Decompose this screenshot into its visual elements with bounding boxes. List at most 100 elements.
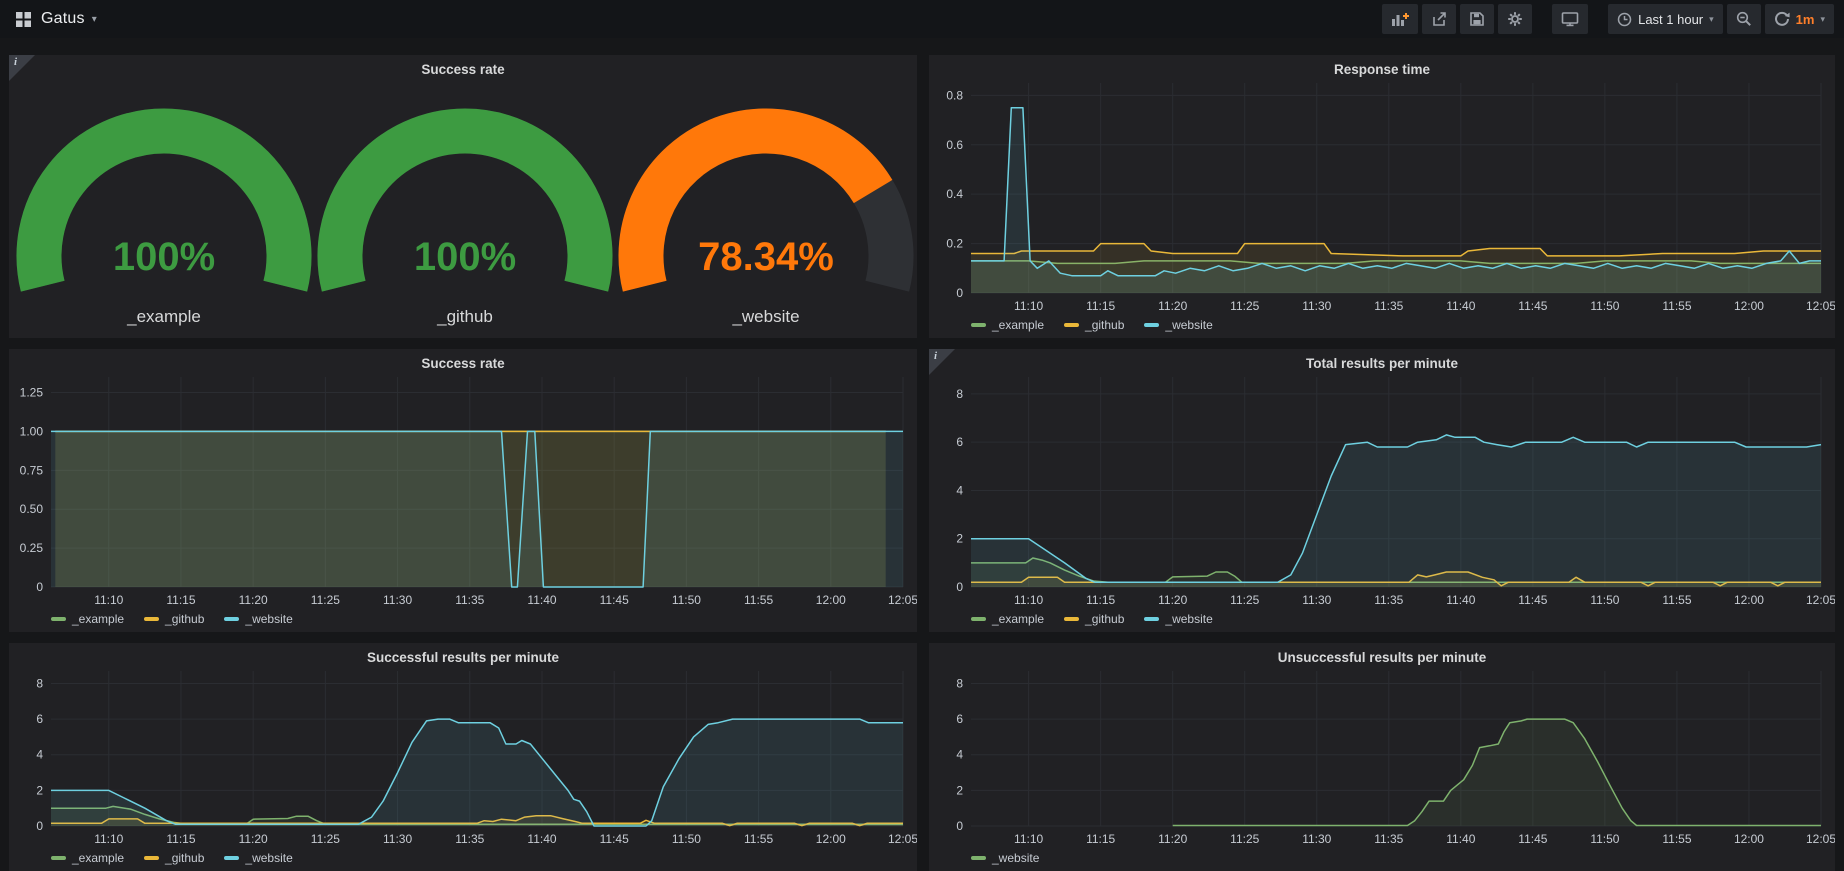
legend-item-_github[interactable]: _github	[144, 851, 204, 865]
legend-item-_website[interactable]: _website	[1144, 612, 1212, 626]
legend-label: _website	[992, 851, 1039, 865]
add-panel-button[interactable]	[1382, 4, 1418, 34]
panel-title[interactable]: Success rate	[9, 62, 917, 77]
x-tick-label: 11:30	[1302, 299, 1331, 313]
legend-item-_website[interactable]: _website	[224, 851, 292, 865]
legend-item-_example[interactable]: _example	[971, 318, 1044, 332]
legend-item-_example[interactable]: _example	[51, 612, 124, 626]
y-tick-label: 8	[36, 676, 43, 690]
x-tick-label: 12:00	[816, 832, 846, 846]
legend-item-_website[interactable]: _website	[1144, 318, 1212, 332]
x-tick-label: 11:45	[600, 593, 629, 607]
gauge-label-_website: _website	[731, 307, 799, 326]
x-tick-label: 11:15	[1086, 832, 1115, 846]
share-icon	[1431, 11, 1447, 27]
successful-results-per-minute-plot[interactable]: 0246811:1011:1511:2011:2511:3011:3511:40…	[9, 643, 917, 871]
y-tick-label: 2	[956, 532, 963, 546]
x-tick-label: 12:00	[816, 593, 846, 607]
x-tick-label: 11:10	[1014, 832, 1043, 846]
save-icon	[1469, 11, 1485, 27]
y-tick-label: 4	[956, 483, 963, 497]
legend-color-swatch	[971, 856, 986, 860]
response-time-plot[interactable]: 00.20.40.60.811:1011:1511:2011:2511:3011…	[929, 55, 1835, 338]
dashboard-title[interactable]: Gatus	[41, 10, 85, 28]
x-tick-label: 11:35	[1374, 832, 1403, 846]
x-tick-label: 11:10	[1014, 299, 1043, 313]
legend-label: _github	[165, 851, 204, 865]
x-tick-label: 12:05	[1806, 832, 1835, 846]
panel-success-rate-gauges: Success rate 100%_example100%_github78.3…	[9, 55, 917, 338]
x-tick-label: 11:15	[1086, 299, 1115, 313]
panel-success-rate-graph: Success rate 00.250.500.751.001.2511:101…	[9, 349, 917, 632]
y-tick-label: 8	[956, 676, 963, 690]
x-tick-label: 11:10	[94, 593, 123, 607]
info-corner-icon[interactable]: i	[929, 349, 955, 375]
share-button[interactable]	[1422, 4, 1456, 34]
panel-successful-results: Successful results per minute 0246811:10…	[9, 643, 917, 871]
x-tick-label: 11:55	[1662, 832, 1691, 846]
save-button[interactable]	[1460, 4, 1494, 34]
legend-item-_example[interactable]: _example	[971, 612, 1044, 626]
navbar-actions: Last 1 hour ▾ 1m ▾	[1378, 4, 1834, 34]
y-tick-label: 0.2	[946, 237, 963, 251]
dashboard-grid-icon[interactable]	[16, 12, 31, 27]
legend: _example _github _website	[971, 612, 1213, 626]
chevron-down-icon[interactable]: ▾	[92, 14, 97, 25]
legend-label: _github	[1085, 612, 1124, 626]
y-tick-label: 0	[36, 580, 43, 594]
y-tick-label: 8	[956, 387, 963, 401]
response-time-chart-area: 00.20.40.60.811:1011:1511:2011:2511:3011…	[929, 55, 1835, 338]
panel-title[interactable]: Success rate	[9, 356, 917, 371]
total-results-per-minute-plot[interactable]: 0246811:1011:1511:2011:2511:3011:3511:40…	[929, 349, 1835, 632]
legend-item-_website[interactable]: _website	[971, 851, 1039, 865]
x-tick-label: 12:00	[1734, 299, 1764, 313]
x-tick-label: 11:55	[744, 593, 773, 607]
panel-response-time: Response time 00.20.40.60.811:1011:1511:…	[929, 55, 1835, 338]
x-tick-label: 11:45	[1518, 832, 1547, 846]
gauge-value-_github: 100%	[414, 235, 516, 279]
x-tick-label: 11:50	[672, 593, 701, 607]
info-corner-icon[interactable]: i	[9, 55, 35, 81]
settings-button[interactable]	[1498, 4, 1532, 34]
legend-item-_website[interactable]: _website	[224, 612, 292, 626]
series-fill-_website	[1173, 719, 1821, 826]
legend: _example _github _website	[51, 851, 293, 865]
legend-color-swatch	[971, 617, 986, 621]
y-tick-label: 0	[956, 286, 963, 300]
legend-color-swatch	[1144, 617, 1159, 621]
panel-title[interactable]: Response time	[929, 62, 1835, 77]
unsuccessful-results-chart-area: 0246811:1011:1511:2011:2511:3011:3511:40…	[929, 643, 1835, 871]
legend-color-swatch	[144, 617, 159, 621]
time-range-picker[interactable]: Last 1 hour ▾	[1608, 4, 1723, 34]
x-tick-label: 11:30	[383, 832, 412, 846]
panel-title[interactable]: Total results per minute	[929, 356, 1835, 371]
success-rate-graph-plot[interactable]: 00.250.500.751.001.2511:1011:1511:2011:2…	[9, 349, 917, 632]
series-fill-_website	[51, 431, 903, 587]
legend-item-_github[interactable]: _github	[1064, 612, 1124, 626]
refresh-button[interactable]: 1m ▾	[1765, 4, 1834, 34]
y-tick-label: 1.00	[20, 424, 44, 438]
legend-color-swatch	[144, 856, 159, 860]
legend-label: _website	[1165, 318, 1212, 332]
y-tick-label: 0	[36, 819, 43, 833]
cycle-view-button[interactable]	[1552, 4, 1588, 34]
time-range-label: Last 1 hour	[1638, 12, 1703, 27]
x-tick-label: 11:35	[455, 832, 484, 846]
zoom-out-button[interactable]	[1727, 4, 1761, 34]
panel-title[interactable]: Unsuccessful results per minute	[929, 650, 1835, 665]
x-tick-label: 11:50	[1590, 832, 1619, 846]
legend-item-_example[interactable]: _example	[51, 851, 124, 865]
x-tick-label: 11:20	[239, 593, 268, 607]
x-tick-label: 11:50	[1590, 299, 1619, 313]
legend-item-_github[interactable]: _github	[1064, 318, 1124, 332]
panel-title[interactable]: Successful results per minute	[9, 650, 917, 665]
gear-icon	[1507, 11, 1523, 27]
legend-item-_github[interactable]: _github	[144, 612, 204, 626]
legend-color-swatch	[1064, 617, 1079, 621]
x-tick-label: 11:40	[1446, 593, 1475, 607]
legend-color-swatch	[224, 856, 239, 860]
info-icon: i	[14, 56, 17, 68]
x-tick-label: 11:55	[744, 832, 773, 846]
y-tick-label: 2	[956, 783, 963, 797]
unsuccessful-results-per-minute-plot[interactable]: 0246811:1011:1511:2011:2511:3011:3511:40…	[929, 643, 1835, 871]
